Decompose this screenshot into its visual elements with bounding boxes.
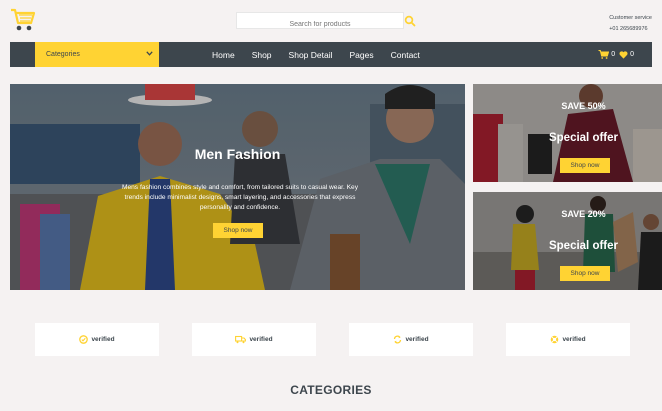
feature-label-1: verified bbox=[91, 336, 115, 343]
offer-title-2: Special offer bbox=[548, 240, 619, 252]
nav-contact[interactable]: Contact bbox=[391, 50, 420, 60]
cart-logo-icon[interactable] bbox=[10, 8, 36, 32]
categories-heading: CATEGORIES bbox=[290, 383, 372, 397]
feature-label-2: verified bbox=[249, 336, 273, 343]
feature-card-4: verified bbox=[506, 323, 630, 356]
feature-card-1: verified bbox=[35, 323, 159, 356]
chevron-down-icon bbox=[146, 51, 153, 58]
categories-label: Categories bbox=[46, 51, 80, 58]
offer-card-1[interactable]: SAVE 50% Special offer Shop now bbox=[473, 84, 662, 182]
customer-service: Customer service +01 265689976 bbox=[609, 13, 652, 35]
search-icon[interactable] bbox=[404, 14, 416, 27]
support-icon bbox=[550, 335, 559, 344]
truck-icon bbox=[235, 335, 247, 344]
search-box bbox=[236, 12, 404, 32]
cart-count: 0 bbox=[611, 51, 616, 58]
search-input[interactable] bbox=[237, 17, 403, 32]
nav-pages[interactable]: Pages bbox=[350, 50, 374, 60]
customer-service-label: Customer service bbox=[609, 15, 652, 21]
categories-dropdown[interactable]: Categories bbox=[35, 42, 159, 67]
feature-label-4: verified bbox=[562, 336, 586, 343]
feature-label-3: verified bbox=[405, 336, 429, 343]
main-navbar: Categories Home Shop Shop Detail Pages C… bbox=[10, 42, 652, 67]
feature-card-2: verified bbox=[192, 323, 316, 356]
customer-service-phone: +01 265689976 bbox=[609, 26, 648, 32]
hero-carousel[interactable]: Men Fashion Mens fashion combines style … bbox=[10, 84, 465, 290]
heart-icon[interactable] bbox=[619, 50, 628, 59]
offer-title-1: Special offer bbox=[548, 132, 619, 144]
cart-icon[interactable] bbox=[598, 50, 610, 59]
nav-links: Home Shop Shop Detail Pages Contact bbox=[212, 42, 437, 67]
nav-icons: 0 0 bbox=[598, 42, 634, 67]
offer-save-1: SAVE 50% bbox=[561, 101, 606, 111]
offer-save-2: SAVE 20% bbox=[561, 209, 606, 219]
nav-shop[interactable]: Shop bbox=[252, 50, 272, 60]
feature-card-3: verified bbox=[349, 323, 473, 356]
check-badge-icon bbox=[79, 335, 89, 344]
offer-shop-now-button-1[interactable]: Shop now bbox=[560, 158, 610, 173]
exchange-icon bbox=[393, 335, 402, 344]
nav-shop-detail[interactable]: Shop Detail bbox=[289, 50, 333, 60]
top-bar: Customer service +01 265689976 bbox=[0, 0, 662, 42]
hero-shop-now-button[interactable]: Shop now bbox=[213, 223, 263, 238]
nav-home[interactable]: Home bbox=[212, 50, 235, 60]
offer-card-2[interactable]: SAVE 20% Special offer Shop now bbox=[473, 192, 662, 290]
offer-shop-now-button-2[interactable]: Shop now bbox=[560, 266, 610, 281]
wishlist-count: 0 bbox=[630, 51, 634, 58]
hero-description: Mens fashion combines style and comfort,… bbox=[121, 184, 359, 211]
hero-title: Men Fashion bbox=[194, 146, 281, 162]
